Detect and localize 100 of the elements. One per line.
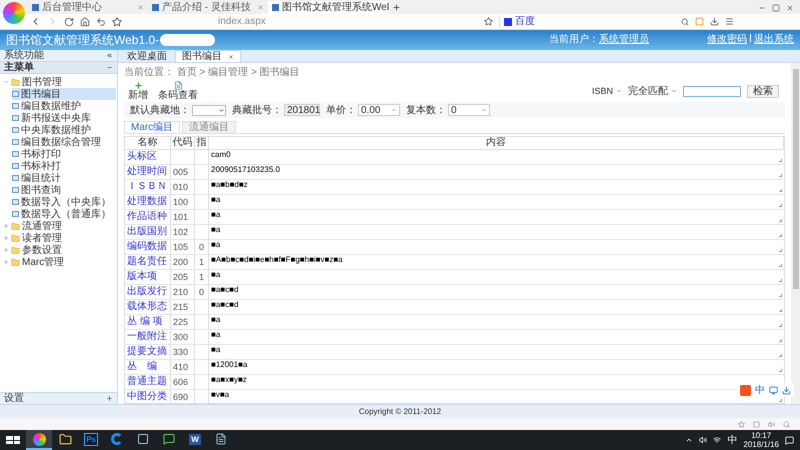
content-field[interactable]: ■a — [209, 270, 784, 284]
tree-item[interactable]: 图书编目 — [12, 88, 116, 100]
search-placeholder: 百度 — [515, 16, 535, 28]
tree-item[interactable]: 数据导入（普通库） — [12, 208, 116, 220]
taskbar-app[interactable] — [26, 430, 52, 450]
table-cell: 005 — [171, 165, 195, 179]
volume-icon[interactable] — [699, 436, 708, 444]
batch-field[interactable]: 201801 — [284, 104, 320, 116]
tree-item[interactable]: 书标打印 — [12, 148, 116, 160]
reload-icon[interactable] — [64, 16, 74, 26]
field-name-link[interactable]: 出版国别 — [125, 225, 171, 239]
tree-folder[interactable]: 图书管理 — [3, 76, 117, 88]
content-field[interactable]: ■A■b■c■d■i■e■h■f■F■g■h■i■v■z■a — [209, 255, 784, 269]
tree-item[interactable]: 书标补打 — [12, 160, 116, 172]
content-field[interactable]: ■a — [209, 240, 784, 254]
status-icon[interactable] — [753, 420, 760, 428]
taskbar-app[interactable]: W — [182, 430, 208, 450]
collapse-icon[interactable] — [106, 52, 113, 59]
search-icon[interactable] — [681, 18, 689, 26]
field-name-link[interactable]: 处理时间 — [125, 165, 171, 179]
bookmark-icon[interactable] — [484, 17, 493, 26]
network-icon[interactable] — [713, 436, 722, 444]
content-field[interactable]: ■a■c■d — [209, 285, 784, 299]
content-field[interactable]: ■a — [209, 345, 784, 359]
field-name-link[interactable]: 头标区 — [125, 150, 171, 164]
field-name-link[interactable]: 普通主题 — [125, 375, 171, 389]
content-tab[interactable]: 图书编目 — [175, 50, 241, 62]
field-name-link[interactable]: ＩＳＢＮ — [125, 180, 171, 194]
address-bar[interactable]: index.aspx — [128, 15, 478, 28]
field-name-link[interactable]: 载体形态 — [125, 300, 171, 314]
content-field[interactable]: ■12001■a — [209, 360, 784, 374]
content-field[interactable]: 20090517103235.0 — [209, 165, 784, 179]
home-icon[interactable] — [80, 16, 90, 26]
table-cell: 1 — [195, 270, 209, 284]
number-spinner[interactable]: 0.00 — [358, 104, 400, 116]
content-field[interactable]: cam0 — [209, 150, 784, 164]
field-name-link[interactable]: 编码数据 — [125, 240, 171, 254]
table-cell: 606 — [171, 375, 195, 389]
field-name-link[interactable]: 提要文摘 — [125, 345, 171, 359]
content-field[interactable]: ■a■c■d — [209, 300, 784, 314]
notification-icon[interactable] — [785, 436, 794, 444]
expand-icon[interactable] — [106, 395, 113, 402]
field-name-link[interactable]: 题名责任 — [125, 255, 171, 269]
tree-item[interactable]: 编目数据维护 — [12, 100, 116, 112]
content-field[interactable]: ■a — [209, 315, 784, 329]
table-cell: 101 — [171, 210, 195, 224]
maximize-icon[interactable] — [772, 4, 780, 12]
tree-item[interactable]: 图书查询 — [12, 184, 116, 196]
search-box[interactable]: 百度 — [499, 15, 689, 28]
tree-folder[interactable]: 参数设置 — [3, 244, 117, 256]
resize-grip-icon — [779, 324, 782, 327]
tree-item[interactable]: 新书报送中央库 — [12, 112, 116, 124]
zoom-icon[interactable] — [783, 420, 790, 428]
number-spinner[interactable]: 0 — [448, 104, 490, 116]
expander-icon — [3, 79, 9, 85]
table-cell: 010 — [171, 180, 195, 194]
content-field[interactable]: ■a — [209, 195, 784, 209]
star-icon[interactable] — [112, 16, 122, 26]
search-button[interactable]: 检索 — [747, 84, 779, 98]
status-icon[interactable] — [738, 420, 745, 428]
clock-date: 2018/1/16 — [743, 440, 779, 449]
field-name-link[interactable]: 作品语种 — [125, 210, 171, 224]
tree-item[interactable]: 中央库数据维护 — [12, 124, 116, 136]
field-name-link[interactable]: 出版发行 — [125, 285, 171, 299]
field-name-link[interactable]: 处理数据 — [125, 195, 171, 209]
close-icon[interactable] — [228, 54, 234, 60]
field-name-link[interactable]: 版本项 — [125, 270, 171, 284]
search-field[interactable] — [683, 86, 741, 96]
add-button[interactable]: 新增 — [128, 81, 148, 101]
content-tab[interactable]: 欢迎桌面 — [121, 50, 173, 62]
new-tab-icon[interactable] — [392, 3, 401, 12]
download-icon[interactable] — [710, 17, 719, 26]
tree-item[interactable]: 编目数据综合管理 — [12, 136, 116, 148]
sound-icon[interactable] — [768, 420, 775, 428]
content-field[interactable]: ■a■b■d■z — [209, 180, 784, 194]
taskbar-app[interactable]: Ps — [78, 430, 104, 450]
tray-expand-icon[interactable] — [685, 436, 694, 444]
search-field-select[interactable]: ISBN — [592, 86, 622, 96]
filter-label: 复本数： — [406, 104, 446, 116]
field-name-link[interactable]: 丛 编 — [125, 360, 171, 374]
tree-item[interactable]: 编目统计 — [12, 172, 116, 184]
content-field[interactable]: ■a — [209, 225, 784, 239]
browser-tab[interactable]: 图书馆文献管理系统Wel — [268, 1, 388, 14]
menu-icon[interactable] — [725, 17, 734, 26]
tree-folder[interactable]: 流通管理 — [3, 220, 117, 232]
content-field[interactable]: ■a — [209, 330, 784, 344]
match-mode-select[interactable]: 完全匹配 — [628, 86, 677, 96]
field-name-link[interactable]: 一般附注 — [125, 330, 171, 344]
table-cell: 1 — [195, 255, 209, 269]
apps-icon[interactable] — [695, 17, 704, 26]
tree-item[interactable]: 数据导入（中央库） — [12, 196, 116, 208]
field-name-link[interactable]: 丛 编 项 — [125, 315, 171, 329]
content-field[interactable]: ■a — [209, 210, 784, 224]
barcode-button[interactable]: 条码查看 — [158, 81, 198, 101]
undo-icon[interactable] — [96, 16, 106, 26]
tree-folder[interactable]: Marc管理 — [3, 256, 117, 268]
subtab[interactable]: Marc编目 — [124, 121, 180, 133]
table-cell: 330 — [171, 345, 195, 359]
tree-folder[interactable]: 读者管理 — [3, 232, 117, 244]
ime-indicator[interactable]: 中 — [727, 434, 738, 446]
